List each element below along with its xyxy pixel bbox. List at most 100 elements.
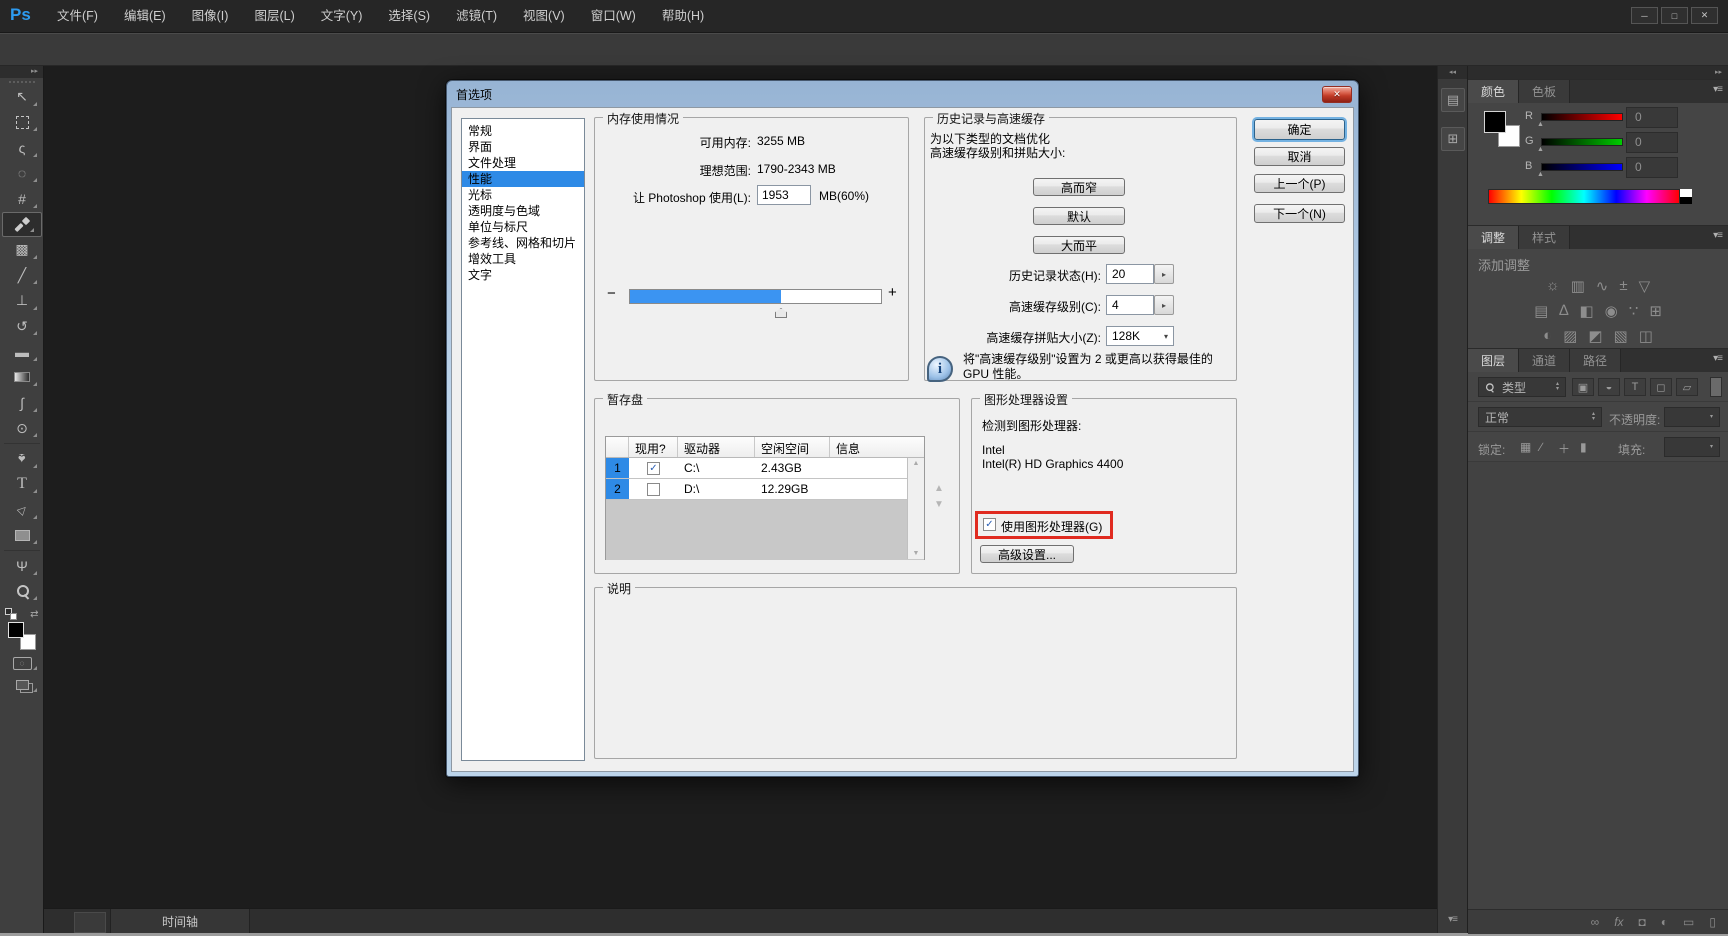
menu-image[interactable]: 图像(I) — [179, 0, 242, 33]
cache-levels-input[interactable] — [1106, 295, 1154, 315]
tall-thin-button[interactable]: 高而窄 — [1033, 178, 1125, 196]
delete-layer-icon[interactable]: ▯ — [1709, 915, 1716, 929]
scratch-disk-row-1[interactable]: 1 ✓ C:\ 2.43GB — [606, 458, 924, 479]
photo-filter-icon[interactable]: ◉ — [1605, 302, 1618, 320]
timeline-tab[interactable]: 时间轴 — [110, 909, 250, 934]
memory-slider-minus[interactable]: − — [607, 285, 616, 302]
menu-layer[interactable]: 图层(L) — [241, 0, 307, 33]
zoom-tool[interactable] — [0, 579, 44, 605]
white-swatch[interactable] — [1680, 189, 1692, 197]
eraser-tool[interactable]: ▬ — [0, 339, 44, 365]
history-states-spinner[interactable]: ▸ — [1154, 264, 1174, 284]
menu-filter[interactable]: 滤镜(T) — [443, 0, 510, 33]
adjustment-layer-icon[interactable]: ◐ — [1661, 915, 1668, 929]
move-disk-up-button[interactable]: ▲ — [934, 483, 944, 494]
levels-icon[interactable]: ▥ — [1571, 277, 1585, 295]
advanced-settings-button[interactable]: 高级设置... — [980, 545, 1074, 563]
filter-shape-layers-icon[interactable]: ◻ — [1650, 378, 1672, 396]
timeline-panel-icon[interactable] — [74, 912, 106, 933]
swap-colors-icon[interactable]: ⇄ — [30, 609, 38, 620]
tab-color[interactable]: 颜色 — [1468, 80, 1519, 103]
menu-help[interactable]: 帮助(H) — [649, 0, 717, 33]
brightness-contrast-icon[interactable]: ☼ — [1546, 277, 1560, 295]
lock-all-icon[interactable]: ▮ — [1580, 440, 1587, 454]
channel-mixer-icon[interactable]: ∵ — [1629, 302, 1639, 320]
path-selection-tool[interactable]: ▷ — [0, 497, 44, 523]
tab-layers[interactable]: 图层 — [1468, 349, 1519, 372]
cache-levels-spinner[interactable]: ▸ — [1154, 295, 1174, 315]
category-guides-grid-slices[interactable]: 参考线、网格和切片 — [462, 235, 584, 251]
category-transparency-gamut[interactable]: 透明度与色域 — [462, 203, 584, 219]
type-tool[interactable]: T — [0, 472, 44, 498]
dialog-close-button[interactable]: ✕ — [1322, 86, 1352, 103]
ok-button[interactable]: 确定 — [1254, 119, 1345, 140]
color-lookup-icon[interactable]: ⊞ — [1649, 302, 1662, 320]
invert-icon[interactable]: ◐ — [1543, 327, 1552, 345]
menu-type[interactable]: 文字(Y) — [308, 0, 376, 33]
dodge-tool[interactable]: ⊙ — [0, 416, 44, 442]
color-balance-icon[interactable]: ∆ — [1559, 302, 1568, 320]
threshold-icon[interactable]: ◩ — [1588, 327, 1602, 345]
hue-saturation-icon[interactable]: ▤ — [1534, 302, 1548, 320]
panel-menu-icon[interactable]: ▾≡ — [1713, 353, 1722, 364]
toolbar-collapse-button[interactable]: ▸▸ — [0, 66, 43, 78]
fill-select[interactable]: ▾ — [1664, 437, 1720, 457]
shape-tool[interactable] — [0, 523, 44, 549]
memory-slider-thumb[interactable] — [775, 308, 787, 318]
menu-window[interactable]: 窗口(W) — [578, 0, 649, 33]
scroll-down-icon[interactable]: ▼ — [913, 550, 920, 557]
gradient-map-icon[interactable]: ▧ — [1614, 327, 1628, 345]
filter-smart-object-icon[interactable]: ▱ — [1676, 378, 1698, 396]
filter-pixel-layers-icon[interactable]: ▣ — [1572, 378, 1594, 396]
category-performance[interactable]: 性能 — [462, 171, 584, 187]
lock-transparency-icon[interactable]: ▦ — [1520, 440, 1531, 454]
brush-tool[interactable]: ╱ — [0, 263, 44, 289]
foreground-color-swatch[interactable] — [1484, 111, 1506, 133]
history-brush-tool[interactable]: ↺ — [0, 314, 44, 340]
green-value-field[interactable]: 0 — [1626, 132, 1678, 153]
dock-collapse-button[interactable]: ▸▸ — [1468, 66, 1728, 79]
healing-brush-tool[interactable]: ▩ — [0, 237, 44, 263]
panel-menu-icon[interactable]: ▾≡ — [1713, 84, 1722, 95]
menu-file[interactable]: 文件(F) — [44, 0, 111, 33]
layer-style-icon[interactable]: fx — [1614, 915, 1623, 929]
panel-menu-icon[interactable]: ▾≡ — [1713, 230, 1722, 241]
gradient-tool[interactable] — [0, 365, 44, 391]
layer-mask-icon[interactable]: ◘ — [1639, 915, 1646, 929]
next-button[interactable]: 下一个(N) — [1254, 204, 1345, 223]
strip-collapse-button[interactable]: ◂◂ — [1438, 66, 1467, 79]
quick-mask-button[interactable]: ◌ — [0, 652, 44, 674]
lock-paint-icon[interactable]: ∕ — [1540, 440, 1542, 454]
category-general[interactable]: 常规 — [462, 123, 584, 139]
filter-toggle-switch[interactable] — [1710, 377, 1722, 397]
color-spectrum-bar[interactable] — [1488, 189, 1680, 204]
scratch-active-checkbox[interactable] — [647, 483, 660, 496]
clone-stamp-tool[interactable]: ⊥ — [0, 288, 44, 314]
slider-thumb-icon[interactable]: ▲ — [1537, 121, 1544, 128]
new-group-icon[interactable]: ▭ — [1683, 915, 1694, 929]
screen-mode-button[interactable] — [0, 674, 44, 696]
crop-tool[interactable]: # — [0, 186, 44, 212]
window-minimize-button[interactable]: ─ — [1631, 7, 1658, 24]
red-value-field[interactable]: 0 — [1626, 107, 1678, 128]
link-layers-icon[interactable]: ∞ — [1591, 915, 1600, 929]
scratch-disk-row-2[interactable]: 2 D:\ 12.29GB — [606, 479, 924, 500]
tab-channels[interactable]: 通道 — [1519, 349, 1570, 372]
scratch-active-checkbox[interactable]: ✓ — [647, 462, 660, 475]
exposure-icon[interactable]: ± — [1619, 277, 1627, 295]
black-swatch[interactable] — [1680, 197, 1692, 204]
collapsed-panel-icon-1[interactable]: ▤ — [1441, 88, 1465, 112]
menu-select[interactable]: 选择(S) — [375, 0, 443, 33]
cache-tile-size-select[interactable]: 128K ▾ — [1106, 326, 1174, 346]
marquee-tool[interactable] — [0, 110, 44, 136]
move-disk-down-button[interactable]: ▼ — [934, 499, 944, 510]
slider-thumb-icon[interactable]: ▲ — [1537, 171, 1544, 178]
layers-list-area[interactable] — [1468, 462, 1728, 909]
blue-slider[interactable] — [1541, 163, 1623, 171]
category-plugins[interactable]: 增效工具 — [462, 251, 584, 267]
vibrance-icon[interactable]: ▽ — [1639, 277, 1651, 295]
category-type[interactable]: 文字 — [462, 267, 584, 283]
category-file-handling[interactable]: 文件处理 — [462, 155, 584, 171]
tab-swatches[interactable]: 色板 — [1519, 80, 1570, 103]
category-units-rulers[interactable]: 单位与标尺 — [462, 219, 584, 235]
